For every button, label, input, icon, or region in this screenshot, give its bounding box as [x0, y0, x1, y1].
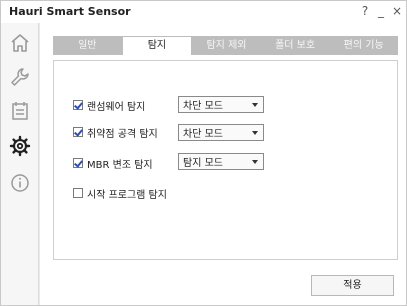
- exploit-mode-select[interactable]: 차단 모드: [178, 124, 264, 141]
- sidebar-item-about[interactable]: [8, 171, 32, 195]
- tab-convenience[interactable]: 편의 기능: [329, 36, 398, 55]
- ransomware-mode-value: 차단 모드: [183, 101, 223, 112]
- chevron-down-icon: [252, 159, 258, 164]
- sidebar-item-settings[interactable]: [8, 134, 32, 158]
- exploit-checkbox[interactable]: [73, 127, 83, 137]
- mbr-mode-value: 탐지 모드: [183, 158, 223, 169]
- ransomware-label: 랜섬웨어 탐지: [87, 101, 146, 113]
- wrench-icon: [11, 68, 29, 86]
- sidebar: [1, 23, 39, 305]
- tab-detection[interactable]: 탐지: [122, 36, 192, 55]
- mbr-mode-select[interactable]: 탐지 모드: [178, 153, 264, 170]
- sidebar-item-tools[interactable]: [8, 65, 32, 89]
- sidebar-item-home[interactable]: [8, 31, 32, 55]
- startup-label: 시작 프로그램 탐지: [87, 189, 167, 201]
- mbr-checkbox[interactable]: [73, 158, 83, 168]
- ransomware-checkbox[interactable]: [73, 100, 83, 110]
- home-icon: [11, 34, 29, 52]
- mbr-label: MBR 변조 탐지: [87, 159, 153, 171]
- app-window: Hauri Smart Sensor ? _ × 일반 탐지 탐지 제외 폴더 …: [0, 0, 407, 306]
- chevron-down-icon: [252, 102, 258, 107]
- detection-settings-panel: 랜섬웨어 탐지 차단 모드 취약점 공격 탐지 차단 모드 MBR 변조 탐지 …: [53, 60, 398, 260]
- tab-bar: 일반 탐지 탐지 제외 폴더 보호 편의 기능: [53, 36, 398, 55]
- startup-checkbox[interactable]: [73, 188, 83, 198]
- sidebar-item-logs[interactable]: [8, 99, 32, 123]
- tab-folder-protection[interactable]: 폴더 보호: [261, 36, 330, 55]
- minimize-button[interactable]: _: [374, 3, 388, 19]
- exploit-mode-value: 차단 모드: [183, 129, 223, 140]
- list-icon: [12, 102, 28, 120]
- chevron-down-icon: [252, 130, 258, 135]
- info-icon: [11, 174, 29, 192]
- exploit-label: 취약점 공격 탐지: [87, 128, 158, 140]
- setting-row-ransomware: 랜섬웨어 탐지: [73, 97, 145, 113]
- setting-row-startup: 시작 프로그램 탐지: [73, 185, 167, 201]
- close-button[interactable]: ×: [390, 3, 404, 19]
- main-content: 일반 탐지 탐지 제외 폴더 보호 편의 기능 랜섬웨어 탐지 차단 모드 취약…: [40, 23, 406, 305]
- apply-button[interactable]: 적용: [311, 275, 394, 296]
- ransomware-mode-select[interactable]: 차단 모드: [178, 96, 264, 113]
- setting-row-exploit: 취약점 공격 탐지: [73, 124, 158, 140]
- window-title: Hauri Smart Sensor: [9, 5, 131, 18]
- setting-row-mbr: MBR 변조 탐지: [73, 155, 153, 171]
- tab-exclusions[interactable]: 탐지 제외: [192, 36, 261, 55]
- help-button[interactable]: ?: [358, 3, 372, 19]
- gear-icon: [9, 135, 31, 157]
- tab-general[interactable]: 일반: [53, 36, 122, 55]
- title-bar: Hauri Smart Sensor ? _ ×: [1, 1, 406, 23]
